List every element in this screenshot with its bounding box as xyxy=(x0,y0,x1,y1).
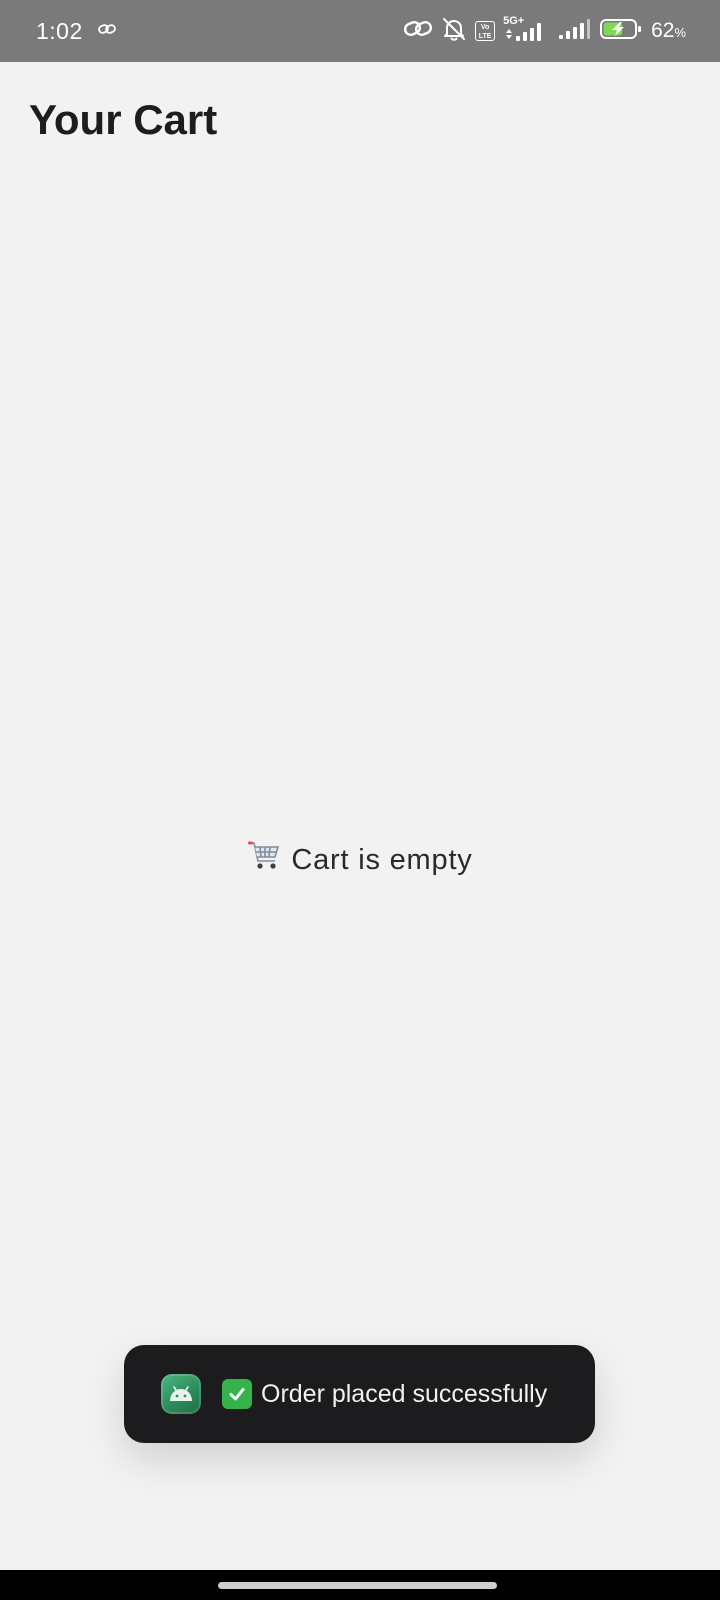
battery-charging-icon xyxy=(599,17,643,46)
status-bar: 1:02 Vo LTE 5G+ 62 % xyxy=(0,0,720,62)
android-app-icon xyxy=(161,1374,201,1414)
status-right: Vo LTE 5G+ 62 % xyxy=(403,0,686,62)
status-time: 1:02 xyxy=(36,17,83,44)
toast-message: Order placed successfully xyxy=(261,1379,548,1408)
volte-line-2: LTE xyxy=(478,33,492,40)
volte-icon: Vo LTE xyxy=(475,21,496,41)
volte-line-1: Vo xyxy=(480,24,490,31)
home-indicator[interactable] xyxy=(218,1582,497,1589)
page-title: Your Cart xyxy=(29,96,218,143)
battery-percentage: 62 % xyxy=(651,19,686,43)
battery-value: 62 xyxy=(651,19,675,42)
bell-off-icon xyxy=(441,16,467,47)
battery-unit: % xyxy=(674,25,686,40)
order-success-toast: Order placed successfully xyxy=(124,1345,595,1443)
empty-cart-message: Cart is empty xyxy=(291,843,473,876)
status-left: 1:02 xyxy=(36,0,117,62)
link-icon xyxy=(97,22,117,41)
empty-cart-state: Cart is empty xyxy=(0,840,720,880)
check-mark-icon xyxy=(222,1379,252,1409)
cart-screen: 1:02 Vo LTE 5G+ 62 % Your Cart Cart is e… xyxy=(0,0,720,1600)
link-icon xyxy=(403,18,433,45)
signal-5g-icon: 5G+ xyxy=(503,15,549,43)
signal-icon xyxy=(557,17,591,46)
shopping-cart-icon xyxy=(247,840,281,880)
